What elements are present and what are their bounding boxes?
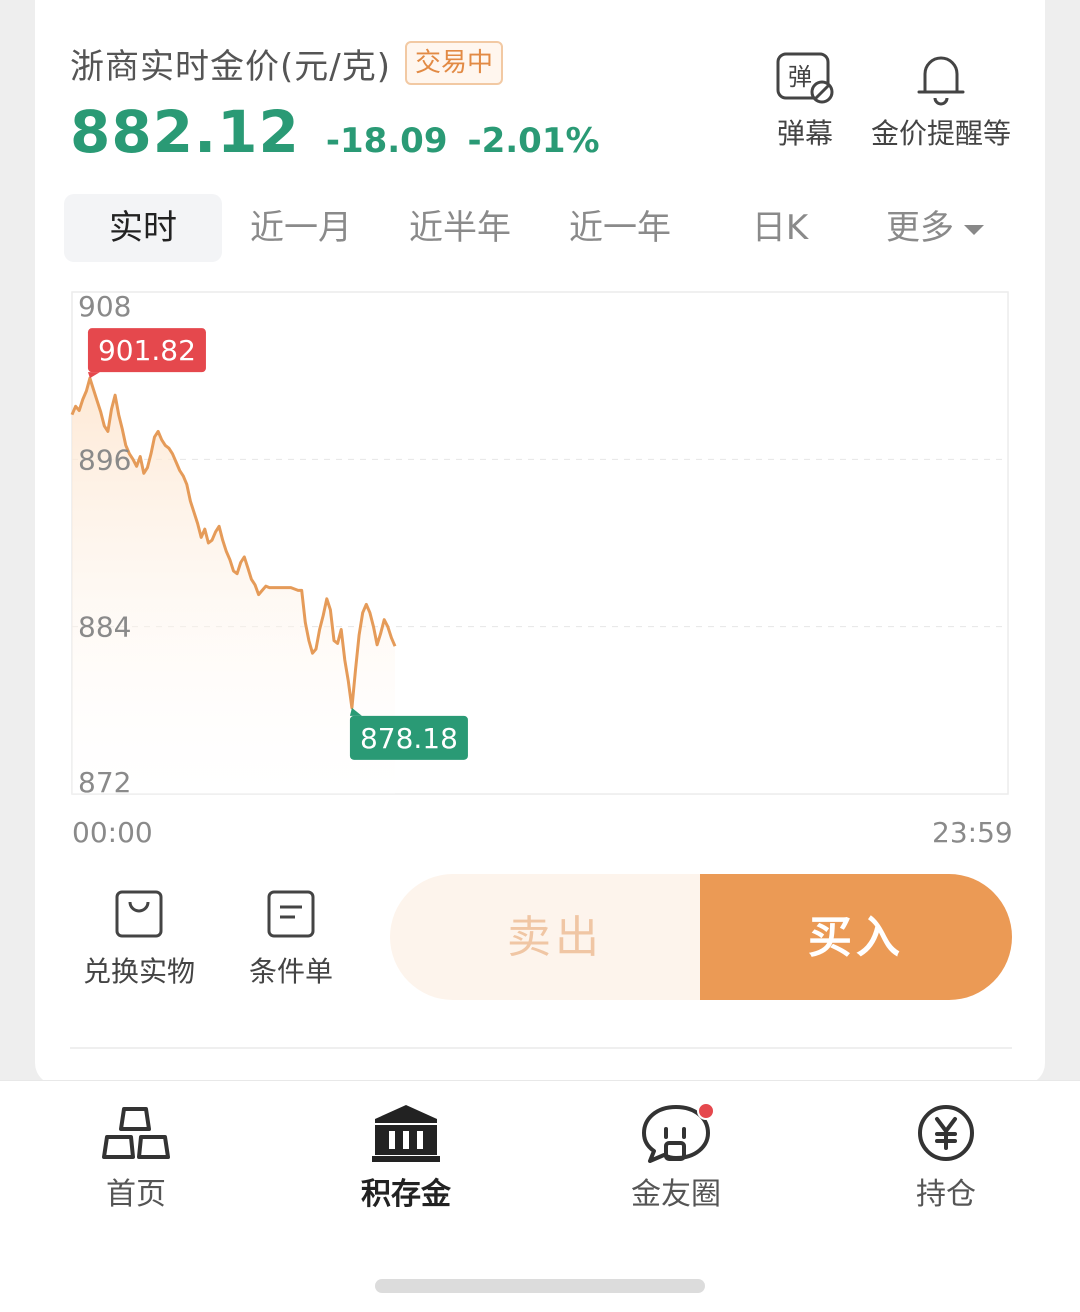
y-tick-label: 872 [78, 766, 131, 799]
home-indicator [375, 1279, 705, 1293]
y-tick-label: 908 [78, 290, 131, 323]
sell-button[interactable]: 卖出 [390, 874, 720, 1000]
bank-icon [372, 1105, 440, 1162]
conditional-order-label: 条件单 [248, 955, 333, 988]
nav-accumulated-gold[interactable]: 积存金 [326, 1103, 486, 1213]
divider [70, 1047, 1012, 1049]
y-tick-label: 884 [78, 611, 131, 644]
redeem-label: 兑换实物 [82, 955, 195, 988]
notification-dot [697, 1103, 715, 1120]
shopping-bag-icon [115, 890, 163, 938]
nav-home[interactable]: 首页 [56, 1103, 216, 1213]
chat-bubble-icon [642, 1103, 715, 1163]
price-area [72, 378, 395, 794]
nav-holdings[interactable]: 持仓 [866, 1103, 1026, 1213]
nav-label: 金友圈 [631, 1177, 721, 1212]
nav-label: 持仓 [916, 1177, 976, 1212]
redeem-physical-button[interactable]: 兑换实物 [74, 888, 204, 990]
price-chart[interactable]: 908 896 884 872 901.82 878.18 [0, 0, 1080, 880]
max-price-tag: 901.82 [87, 328, 206, 379]
nav-label: 积存金 [361, 1177, 451, 1212]
document-icon [267, 890, 315, 938]
nav-label: 首页 [106, 1177, 166, 1212]
yen-icon [918, 1105, 974, 1161]
svg-text:901.82: 901.82 [98, 334, 196, 367]
y-tick-label: 896 [78, 443, 131, 476]
price-chart-area: 908 896 884 872 901.82 878.18 00:00 23:59 [0, 0, 1080, 880]
conditional-order-button[interactable]: 条件单 [226, 888, 356, 990]
nav-gold-circle[interactable]: 金友圈 [596, 1103, 756, 1213]
bottom-nav: 首页 积存金 金友圈 持仓 [0, 1080, 1080, 1312]
gold-bars-icon [102, 1107, 170, 1159]
svg-text:878.18: 878.18 [360, 722, 458, 755]
buy-button[interactable]: 买入 [700, 874, 1012, 1000]
